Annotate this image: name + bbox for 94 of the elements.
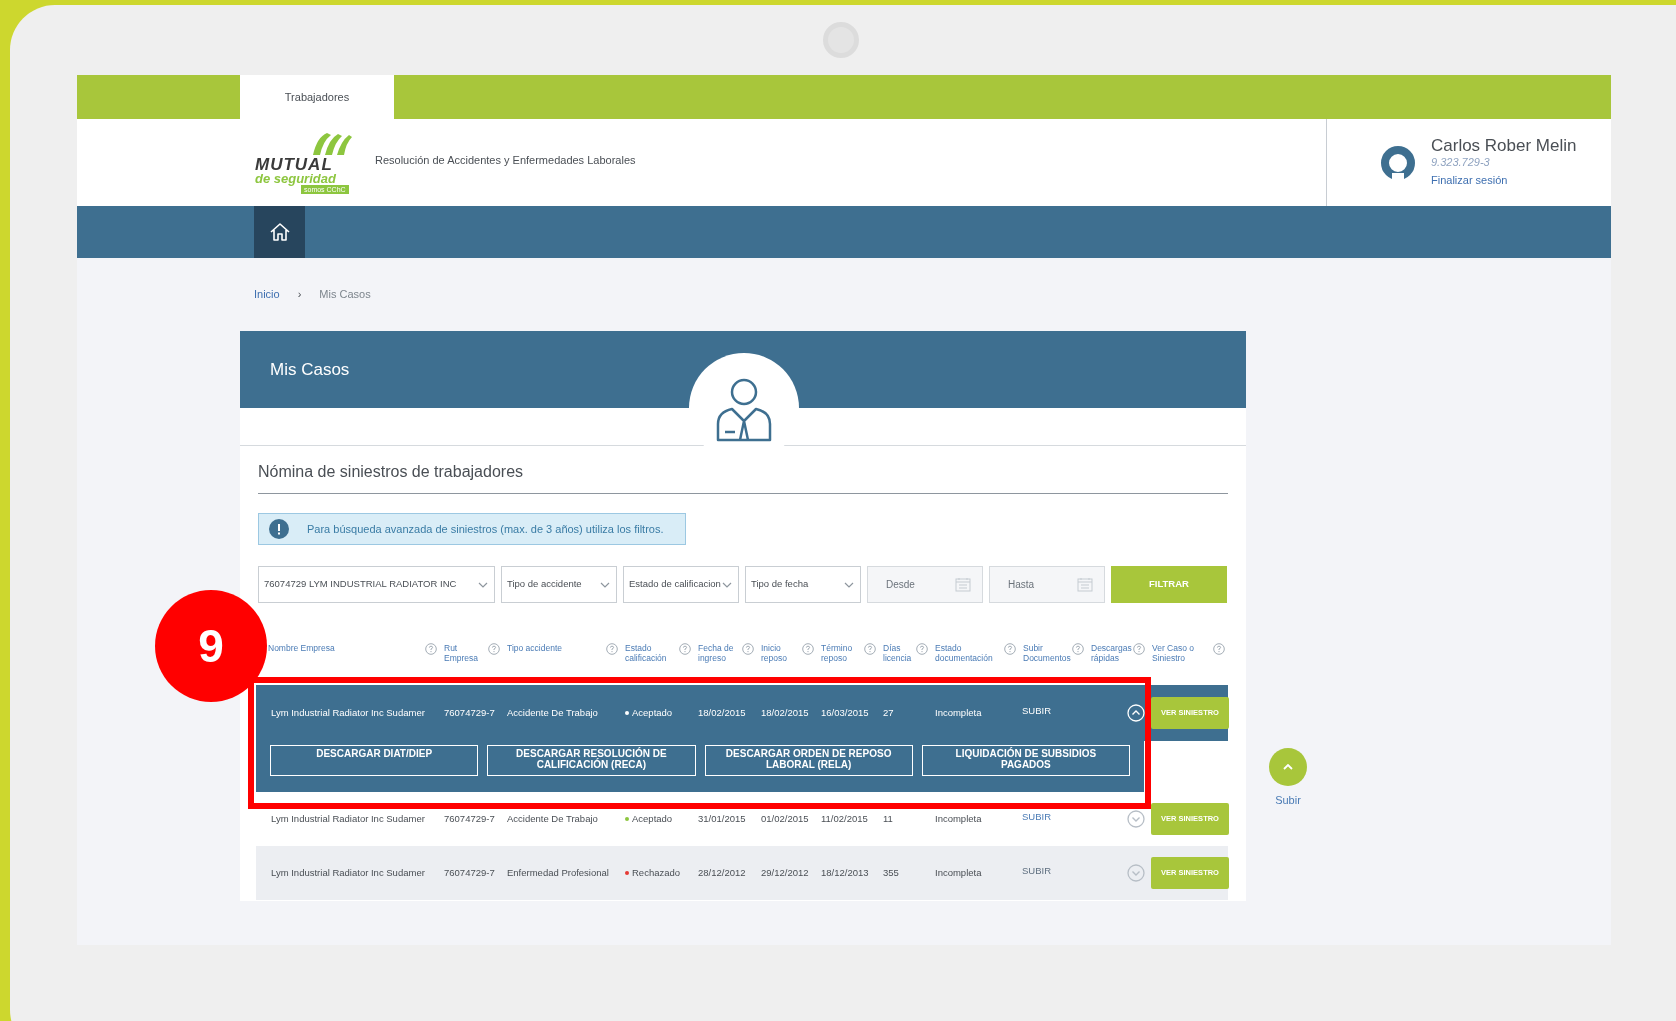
column-header: Fecha de ingreso [698,643,735,663]
table-cell: 28/12/2012 [698,866,746,878]
column-header: Término reposo [821,643,854,663]
download-button[interactable]: DESCARGAR DIAT/DIEP [270,745,479,776]
table-cell: Enfermedad Profesional [507,866,609,878]
caret-icon [600,581,610,588]
table-cell: Incompleta [935,866,982,878]
column-header: Nombre Empresa [268,643,336,653]
help-icon [864,643,876,655]
chevron-up-icon[interactable] [1127,704,1145,722]
column-header: Días licencia [883,643,913,663]
logout-link[interactable]: Finalizar sesión [1431,172,1577,189]
home-icon [268,222,291,242]
table-cell: 11 [883,812,893,824]
table-cell: Incompleta [935,812,982,824]
table-cell: 11/02/2015 [821,812,868,824]
table-cell: 18/12/2013 [821,866,869,878]
info-icon [269,519,289,539]
logo-mark-icon [311,131,353,157]
column-header: Inicio reposo [761,643,788,663]
column-header: Tipo accidente [507,643,563,653]
worker-icon [715,376,773,442]
table-cell: Accidente De Trabajo [507,812,598,824]
table-cell: Lym Industrial Radiator Inc Sudamer [271,866,425,878]
filter-select[interactable]: 76074729 LYM INDUSTRIAL RADIATOR INC [258,566,495,603]
help-icon [802,643,814,655]
table-cell: 355 [883,866,899,878]
table-cell: Incompleta [935,706,982,718]
help-icon [1004,643,1016,655]
table-cell-text: Aceptado [632,811,673,826]
table-cell-text: Aceptado [632,705,673,720]
calendar-icon [955,577,971,592]
table-row[interactable] [256,685,1228,792]
help-icon [1213,643,1225,655]
filter-select[interactable]: Estado de calificacion [623,566,739,603]
table-cell: 18/02/2015 [761,706,809,718]
top-tab[interactable]: Trabajadores [240,75,394,119]
table-cell: 76074729-7 [444,812,495,824]
download-button[interactable]: LIQUIDACIÓN DE SUBSIDIOS PAGADOS [921,745,1130,776]
date-field[interactable]: Hasta [989,566,1105,603]
user-rut: 9.323.729-3 [1431,156,1491,170]
column-header: Rut Empresa [444,643,479,663]
logo-text: MUTUAL [255,157,333,172]
column-header: Descargas rápidas [1091,643,1133,663]
column-header: Ver Caso o Siniestro [1152,643,1196,663]
help-icon [916,643,928,655]
breadcrumb-item: Mis Casos [319,287,371,303]
upload-link[interactable]: SUBIR [1022,704,1052,716]
step-badge: 9 [155,590,267,702]
logo-subtext: de seguridad [255,172,336,185]
table-cell: 31/01/2015 [698,812,746,824]
table-cell: Lym Industrial Radiator Inc Sudamer [271,706,425,718]
filter-select[interactable]: Tipo de accidente [501,566,617,603]
table-cell: 76074729-7 [444,706,495,718]
help-icon [488,643,500,655]
user-avatar-icon [1380,144,1416,181]
table-cell: 76074729-7 [444,866,495,878]
caret-icon [844,581,854,588]
calendar-icon [1077,577,1093,592]
help-icon [425,643,437,655]
help-icon [606,643,618,655]
table-cell: Accidente De Trabajo [507,706,598,718]
caret-icon [478,581,488,588]
table-cell: 01/02/2015 [761,812,809,824]
column-header: Estado calificación [625,643,668,663]
column-header: Subir Documentos [1023,643,1072,663]
breadcrumb-link[interactable]: Inicio [254,286,280,303]
header-subtitle: Resolución de Accidentes y Enfermedades Laborales [375,153,636,169]
home-button[interactable] [254,206,305,258]
table-cell: 18/02/2015 [698,706,746,718]
help-icon [679,643,691,655]
user-name: Carlos Rober Melin [1431,136,1577,157]
caret-icon [722,581,732,588]
help-icon [742,643,754,655]
breadcrumb-separator: › [297,287,302,303]
help-icon [1133,643,1145,655]
table-cell: 27 [883,706,894,718]
download-button[interactable]: DESCARGAR ORDEN DE REPOSO LABORAL (RELA) [704,745,913,776]
help-icon [1072,643,1084,655]
card-title: Mis Casos [270,360,350,379]
table-cell: 16/03/2015 [821,706,869,718]
upload-link[interactable]: SUBIR [1022,864,1052,876]
date-field[interactable]: Desde [867,566,983,603]
table-cell: Lym Industrial Radiator Inc Sudamer [271,812,425,824]
chevron-up-icon [1283,764,1293,770]
alert-text: Para búsqueda avanzada de siniestros (max. de 3 años) utiliza los filtros. [307,521,664,537]
upload-link[interactable]: SUBIR [1022,810,1052,822]
scroll-top-label: Subir [1275,793,1301,808]
filter-select[interactable]: Tipo de fecha [745,566,861,603]
table-cell-text: Rechazado [632,865,681,880]
column-header: Estado documentación [935,643,994,663]
section-title: Nómina de siniestros de trabajadores [258,463,524,480]
table-cell: 29/12/2012 [761,866,809,878]
download-button[interactable]: DESCARGAR RESOLUCIÓN DE CALIFICACIÓN (RECA) [487,745,696,776]
